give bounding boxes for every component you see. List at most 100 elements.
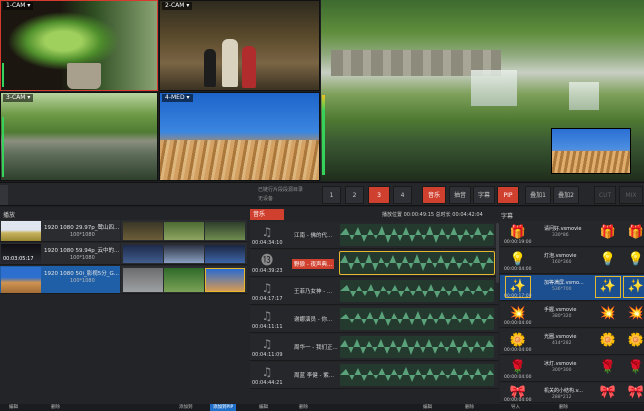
effect-name: 手握.vsmovie [544, 307, 577, 313]
audio-meter [2, 63, 4, 87]
track-name: 周蓝 李健 - 紫... [294, 373, 334, 379]
effect-item[interactable]: 🌼 00:00:04:00 光圈.vsmovie 414*282 🌼 🌼 [500, 329, 644, 355]
effect-item[interactable]: 💡 00:00:04:00 灯泡.vsmovie 160*360 💡 💡 [500, 248, 644, 274]
clip-resolution: 100*1080 [70, 232, 95, 238]
scene-3-button[interactable]: 3 [368, 186, 390, 204]
film-frame [123, 245, 163, 263]
effect-size: 160*360 [552, 260, 572, 265]
effect-item-selected[interactable]: ✨ 00:00:17:09 加等满屏.vsmo... 536*700 ✨ ✨ [500, 275, 644, 301]
effect-duration: 00:00:04:00 [504, 348, 532, 353]
music-delete-button[interactable]: 删除 [296, 404, 311, 411]
effect-delete-button[interactable]: 删除 [556, 404, 571, 411]
add-to-pip-button[interactable]: 添加到PIP [210, 404, 237, 411]
clip-item[interactable]: 1920 1080 59.94p_云中的... 100*1080 00:03:0… [0, 243, 120, 265]
effect-size: 380*320 [552, 314, 572, 319]
clip-item-selected[interactable]: 1920 1080 50i_影视5分_G... 100*1080 [0, 266, 120, 294]
effect-name: 请问好.vsmovie [544, 226, 582, 232]
bottom-action-bar: 编辑 删除 添加到 添加到PIP 编辑 删除 编辑 删除 导入 删除 [0, 404, 644, 411]
edit-button[interactable]: 编辑 [6, 404, 21, 411]
camera-2-label[interactable]: 2-CAM ▾ [162, 2, 193, 10]
ribbon-icon: 🎀 [627, 385, 644, 400]
music-delete-button-2[interactable]: 删除 [462, 404, 477, 411]
camera-1-preview[interactable]: 1-CAM ▾ [0, 0, 158, 91]
plant-pot [67, 63, 101, 89]
add-to-button[interactable]: 添加到 [176, 404, 196, 411]
film-frame [205, 268, 245, 292]
rose-icon: 🌹 [599, 360, 617, 375]
pip-overlay[interactable] [551, 128, 631, 174]
painting-figure [222, 39, 238, 87]
music-tab[interactable]: 音乐 [250, 209, 284, 220]
sparkle-icon: ✨ [623, 276, 644, 298]
control-strip: 已链行片段段源目录 无设备 1 2 3 4 音乐 抽音 字幕 PIP 叠加1 叠… [0, 182, 644, 206]
music-track[interactable]: ♫ 00:04:34:10 江南 - 佛的代... [250, 222, 498, 249]
scene-1-button[interactable]: 1 [322, 186, 341, 204]
rose-icon: 🌹 [627, 360, 644, 375]
mix-button[interactable]: MIX [619, 186, 643, 204]
music-note-icon: ♫ [261, 225, 273, 239]
effect-name: 光圈.vsmovie [544, 334, 577, 340]
effect-name: 机关的小结构.v... [544, 388, 583, 394]
clip-title: 1920 1080 29.97p_鹭山四... [44, 225, 120, 231]
effect-duration: 00:00:04:00 [504, 375, 532, 380]
music-track-selected[interactable]: ⓭ 00:04:39:23 野狼 - 夜声典... [250, 250, 498, 277]
clip-title: 1920 1080 50i_影视5分_G... [44, 271, 120, 277]
music-edit-button[interactable]: 编辑 [256, 404, 271, 411]
camera-3-preview[interactable]: 3-CAM ▾ [0, 92, 158, 181]
waveform [340, 336, 494, 358]
import-button[interactable]: 导入 [508, 404, 523, 411]
program-audio-meter [322, 95, 325, 175]
film-frame [164, 222, 204, 240]
clip-filmstrip[interactable] [121, 220, 247, 242]
reeds-scene [160, 140, 319, 180]
effect-duration: 00:00:04:00 [504, 267, 532, 272]
music-track[interactable]: ♫ 00:04:44:21 周蓝 李健 - 紫... [250, 362, 498, 389]
extract-audio-button[interactable]: 抽音 [449, 186, 471, 204]
media-4-label[interactable]: 4-MED ▾ [162, 94, 193, 102]
burst-icon: 💥 [599, 306, 617, 321]
program-output [321, 0, 644, 181]
clip-thumbnail [1, 221, 41, 241]
waveform [340, 280, 494, 302]
film-frame [164, 245, 204, 263]
sparkle-icon: ✨ [595, 276, 621, 298]
music-button[interactable]: 音乐 [422, 186, 446, 204]
camera-2-preview[interactable]: 2-CAM ▾ [159, 0, 320, 91]
scene-4-button[interactable]: 4 [393, 186, 412, 204]
gift-icon: 🎁 [627, 225, 644, 240]
film-frame [205, 245, 245, 263]
effect-size: 414*282 [552, 341, 572, 346]
media-4-preview[interactable]: 4-MED ▾ [159, 92, 320, 181]
gift-icon: 🎁 [599, 225, 617, 240]
overlay-2-button[interactable]: 叠加2 [553, 186, 579, 204]
reeds-scene [552, 151, 630, 173]
flower-icon: 🌼 [599, 333, 617, 348]
effect-item[interactable]: 🎀 00:00:04:00 机关的小结构.v... 288*212 🎀 🎀 [500, 383, 644, 403]
camera-1-label[interactable]: 1-CAM ▾ [3, 2, 34, 10]
clip-filmstrip[interactable] [121, 243, 247, 265]
music-track[interactable]: ♫ 00:04:11:09 周华一 - 我们正... [250, 334, 498, 361]
clips-panel-title: 播放 [3, 212, 16, 219]
effect-item[interactable]: 🌹 00:00:04:00 冰灯.vsmovie 300*300 🌹 🌹 [500, 356, 644, 382]
camera-3-label[interactable]: 3-CAM ▾ [3, 94, 34, 102]
clip-item[interactable]: 1920 1080 29.97p_鹭山四... 100*1080 [0, 220, 120, 242]
effect-item[interactable]: 🎁 00:00:19:00 请问好.vsmovie 330*86 🎁 🎁 [500, 221, 644, 247]
music-edit-button-2[interactable]: 编辑 [420, 404, 435, 411]
music-track[interactable]: ♫ 00:04:11:11 谢娜演员 - 你... [250, 306, 498, 333]
clip-title: 1920 1080 59.94p_云中的... [44, 248, 120, 254]
subtitle-button[interactable]: 字幕 [473, 186, 495, 204]
film-frame [123, 222, 163, 240]
effect-item[interactable]: 💥 00:00:04:00 手握.vsmovie 380*320 💥 💥 [500, 302, 644, 328]
music-scrollbar[interactable] [496, 223, 499, 283]
overlay-1-button[interactable]: 叠加1 [525, 186, 551, 204]
scene-2-button[interactable]: 2 [345, 186, 364, 204]
delete-button[interactable]: 删除 [48, 404, 63, 411]
clip-filmstrip[interactable] [121, 266, 247, 294]
bulb-icon: 💡 [599, 252, 617, 267]
music-track[interactable]: ♫ 00:04:17:17 王菲乃女神 - ... [250, 278, 498, 305]
cut-button[interactable]: CUT [594, 186, 616, 204]
music-note-icon: ♫ [261, 365, 273, 379]
track-duration: 00:04:34:10 [252, 240, 283, 246]
pip-button[interactable]: PIP [497, 186, 519, 204]
collapse-handle[interactable] [0, 185, 8, 205]
